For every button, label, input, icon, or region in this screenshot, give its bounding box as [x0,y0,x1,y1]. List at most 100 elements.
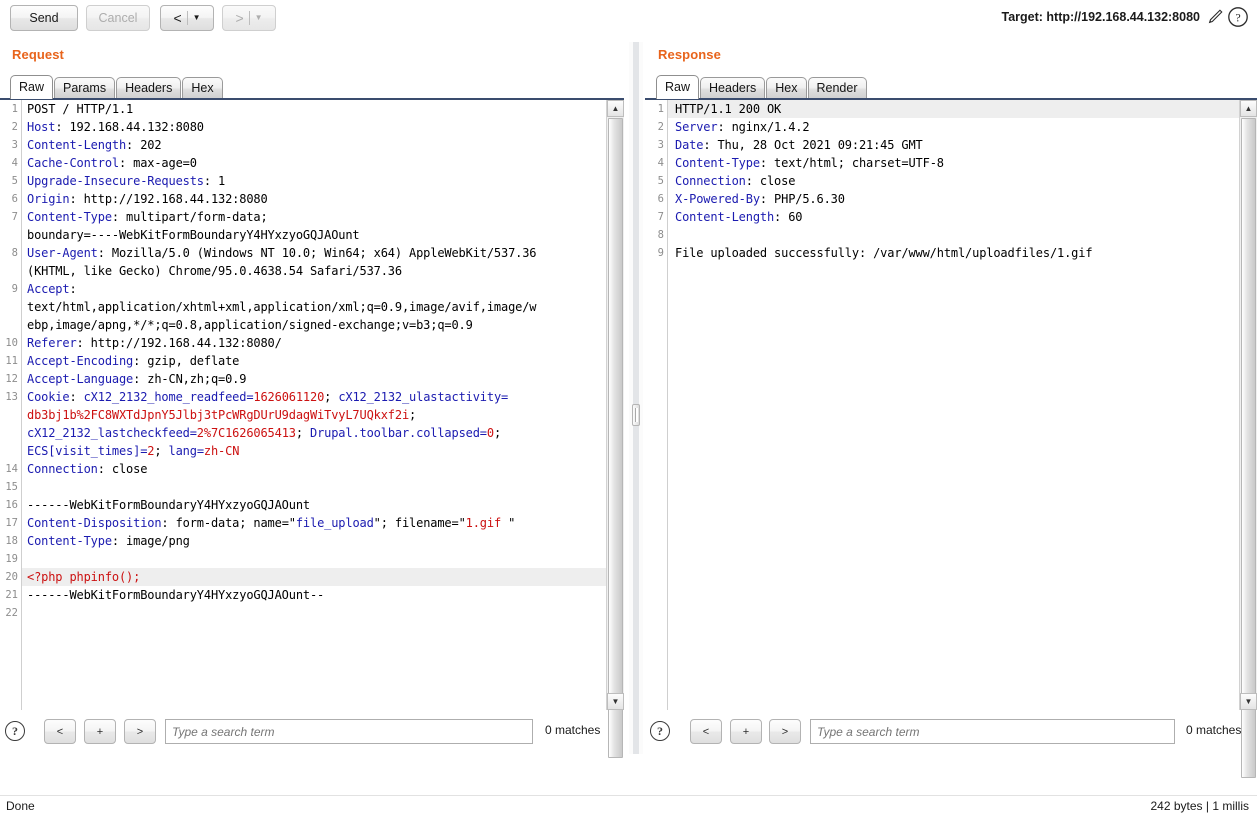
send-button[interactable]: Send [10,5,78,31]
code-token: : http://192.168.44.132:8080/ [76,336,282,350]
search-next-button[interactable]: > [124,719,156,744]
response-code-area[interactable]: HTTP/1.1 200 OK Server: nginx/1.4.2 Date: … [668,100,1239,710]
scrollbar-thumb[interactable] [1241,118,1256,778]
cancel-button: Cancel [86,5,150,31]
code-token: ; [295,426,310,440]
response-tab-raw[interactable]: Raw [656,75,700,99]
response-editor[interactable]: 1 2 3 4 5 6 7 8 9 HTTP/1.1 200 OK Server: nginx/1… [645,98,1257,778]
code-token: 1.gif [465,516,509,530]
code-line: Accept: [22,280,77,298]
code-line: Cookie: cX12_2132_home_readfeed=16260611… [22,388,508,406]
code-line: <?php phpinfo(); [22,568,606,586]
line-number: 16 [5,499,18,511]
response-tab-headers[interactable]: Headers [700,77,766,99]
request-code-area[interactable]: POST / HTTP/1.1 Host: 192.168.44.132:8080… [22,100,606,710]
code-token: 0 [486,426,494,440]
code-token: : multipart/form-data; [111,210,268,224]
code-token: cX12_2132_lastcheckfeed= [27,426,197,440]
code-line: (KHTML, like Gecko) Chrome/95.0.4638.54 … [22,262,402,280]
scroll-up-icon[interactable]: ▲ [1240,100,1257,117]
response-line-gutter: 1 2 3 4 5 6 7 8 9 [645,100,668,710]
scrollbar-thumb[interactable] [608,118,623,758]
line-number: 4 [11,157,18,169]
tab-label: Hex [191,81,214,95]
search-prev-button[interactable]: < [44,719,76,744]
line-number: 21 [5,589,18,601]
help-icon[interactable]: ? [650,721,670,741]
code-line: ------WebKitFormBoundaryY4HYxzyoGQJAOunt… [22,586,324,604]
code-token: ECS[visit_times]= [27,444,148,458]
code-token: ; [324,390,339,404]
search-prev-button[interactable]: < [690,719,722,744]
pane-splitter[interactable] [629,42,643,754]
search-add-button[interactable]: + [84,719,116,744]
code-token: Content-Type [675,156,760,170]
line-number: 7 [657,211,664,223]
search-input[interactable] [165,719,533,744]
response-stats: 242 bytes | 1 millis [1150,799,1250,813]
scroll-down-icon[interactable]: ▼ [1240,693,1257,710]
tab-label: Raw [19,80,45,94]
help-icon[interactable]: ? [1227,6,1249,28]
search-input[interactable] [810,719,1175,744]
code-token: Accept-Language [27,372,134,386]
search-next-button[interactable]: > [769,719,801,744]
code-line: Accept-Encoding: gzip, deflate [22,352,239,370]
back-button[interactable]: < ▼ [160,5,214,31]
code-token: Date [675,138,704,152]
search-add-button[interactable]: + [730,719,762,744]
tab-label: Headers [125,81,173,95]
code-line: HTTP/1.1 200 OK [668,100,1239,118]
request-tab-raw[interactable]: Raw [10,75,54,99]
response-tab-render[interactable]: Render [807,77,867,99]
line-number: 8 [11,247,18,259]
line-number: 9 [11,283,18,295]
request-scrollbar[interactable]: ▲ ▼ [606,100,624,758]
match-count: 0 matches [1186,723,1242,737]
code-line: db3bj1b%2FC8WXTdJpnY5Jlbj3tPcWRgDUrU9dag… [22,406,416,424]
code-token: zh-CN [203,444,240,458]
line-number: 5 [11,175,18,187]
code-token: Content-Length [675,210,775,224]
code-token: HTTP/1.1 200 OK [675,102,782,116]
code-token: X-Powered-By [675,192,760,206]
pencil-icon[interactable] [1206,7,1224,27]
svg-text:?: ? [1235,11,1240,25]
code-token: : text/html; charset=UTF-8 [759,156,944,170]
code-token: : close [745,174,796,188]
scroll-up-icon[interactable]: ▲ [607,100,624,117]
code-line: Cache-Control: max-age=0 [22,154,197,172]
code-line: User-Agent: Mozilla/5.0 (Windows NT 10.0… [22,244,537,262]
code-token: Connection [675,174,746,188]
divider [248,11,250,25]
code-token: : http://192.168.44.132:8080 [69,192,268,206]
line-number: 11 [5,355,18,367]
tab-label: Hex [775,81,798,95]
response-search-bar: ? < + > 0 matches [645,712,1257,754]
scroll-down-icon[interactable]: ▼ [607,693,624,710]
request-tab-params[interactable]: Params [54,77,116,99]
code-token: : gzip, deflate [133,354,240,368]
response-scrollbar[interactable]: ▲ ▼ [1239,100,1257,778]
response-tab-hex[interactable]: Hex [766,77,807,99]
request-editor[interactable]: 1 2 3 4 5 6 7 8 9 10 11 12 13 14 15 16 17 18 19 20 21 22 POST… [0,98,624,758]
code-token: : 202 [126,138,162,152]
code-token: File uploaded successfully: /var/www/htm… [675,246,1093,260]
code-token: ; [409,408,417,422]
code-token: : form-data; name=" [161,516,296,530]
code-line: text/html,application/xhtml+xml,applicat… [22,298,537,316]
code-token: Accept-Encoding [27,354,134,368]
code-token: : max-age=0 [118,156,197,170]
code-line: Referer: http://192.168.44.132:8080/ [22,334,282,352]
target-label: Target: http://192.168.44.132:8080 [1001,10,1200,24]
code-token: : 60 [774,210,803,224]
request-tab-headers[interactable]: Headers [116,77,182,99]
splitter-grip[interactable] [632,404,640,426]
code-line: POST / HTTP/1.1 [22,100,133,118]
help-icon[interactable]: ? [5,721,25,741]
request-tab-hex[interactable]: Hex [182,77,223,99]
code-token: text/html,application/xhtml+xml,applicat… [27,300,537,314]
code-token: 2%7C1626065413 [196,426,296,440]
